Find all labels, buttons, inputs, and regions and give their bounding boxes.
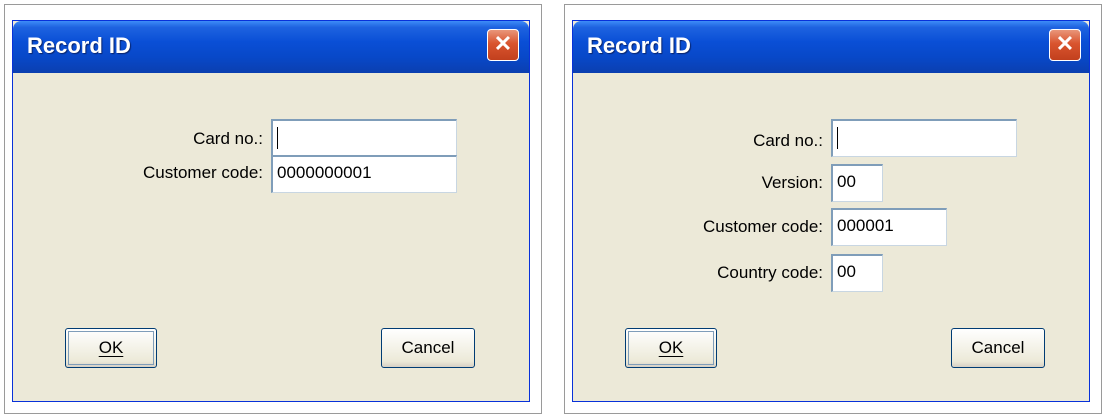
ok-button[interactable]: OK	[625, 328, 717, 368]
text-cursor	[277, 127, 278, 149]
card-no-input[interactable]	[271, 119, 457, 157]
customer-code-label: Customer code:	[703, 217, 823, 236]
customer-code-input[interactable]: 000001	[831, 208, 947, 246]
card-no-input[interactable]	[831, 119, 1017, 157]
close-icon: ✕	[1055, 31, 1075, 56]
customer-code-value: 000001	[837, 216, 894, 235]
version-value: 00	[837, 172, 856, 191]
customer-code-input[interactable]: 0000000001	[271, 155, 457, 193]
close-button[interactable]: ✕	[1049, 29, 1081, 61]
card-no-label: Card no.:	[193, 129, 263, 148]
text-cursor	[837, 127, 838, 149]
dialog-title: Record ID	[27, 33, 131, 58]
title-bar: Record ID ✕	[573, 21, 1089, 73]
card-no-label: Card no.:	[753, 131, 823, 150]
country-code-label: Country code:	[717, 263, 823, 282]
ok-button[interactable]: OK	[65, 328, 157, 368]
record-id-dialog-right: Record ID ✕ Card no.: Version: 00 Custom…	[572, 20, 1090, 402]
close-button[interactable]: ✕	[487, 29, 519, 61]
title-bar: Record ID ✕	[13, 21, 529, 73]
customer-code-value: 0000000001	[277, 163, 372, 182]
cancel-button[interactable]: Cancel	[951, 328, 1045, 368]
country-code-input[interactable]: 00	[831, 254, 883, 292]
country-code-value: 00	[837, 262, 856, 281]
close-icon: ✕	[493, 31, 513, 56]
version-input[interactable]: 00	[831, 164, 883, 202]
record-id-dialog-left: Record ID ✕ Card no.: Customer code: 000…	[12, 20, 530, 402]
version-label: Version:	[761, 173, 823, 192]
dialog-title: Record ID	[587, 33, 691, 58]
cancel-button[interactable]: Cancel	[381, 328, 475, 368]
customer-code-label: Customer code:	[143, 163, 263, 182]
